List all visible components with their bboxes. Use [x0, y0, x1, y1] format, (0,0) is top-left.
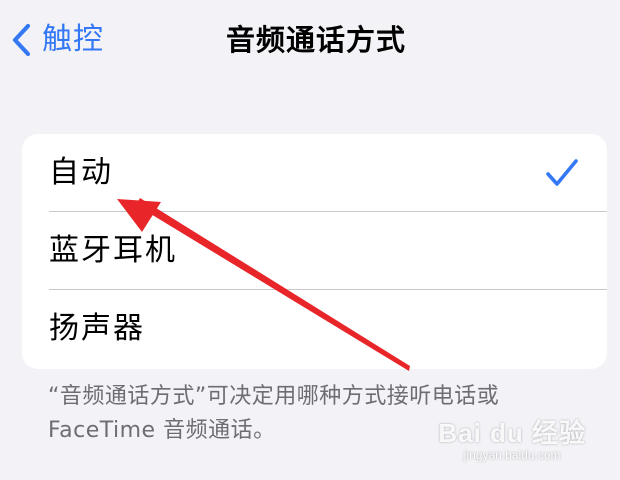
- watermark: Bai du 经验 jingyan.baidu.com: [438, 413, 586, 462]
- option-speaker[interactable]: 扬声器: [22, 290, 607, 369]
- page-title: 音频通话方式: [225, 23, 406, 57]
- checkmark-icon: [546, 159, 578, 186]
- option-label: 自动: [49, 155, 113, 190]
- watermark-url: jingyan.baidu.com: [463, 448, 561, 462]
- audio-routing-options: 自动 蓝牙耳机 扬声器: [22, 134, 607, 369]
- watermark-logo: Bai du 经验: [438, 418, 586, 448]
- option-label: 蓝牙耳机: [49, 233, 177, 268]
- option-bluetooth-headset[interactable]: 蓝牙耳机: [22, 212, 607, 290]
- option-automatic[interactable]: 自动: [22, 134, 607, 212]
- footer-line-1: “音频通话方式”可决定用哪种方式接听电话或: [48, 384, 500, 409]
- option-label: 扬声器: [49, 311, 145, 346]
- navigation-bar: 触控 音频通话方式: [0, 0, 620, 84]
